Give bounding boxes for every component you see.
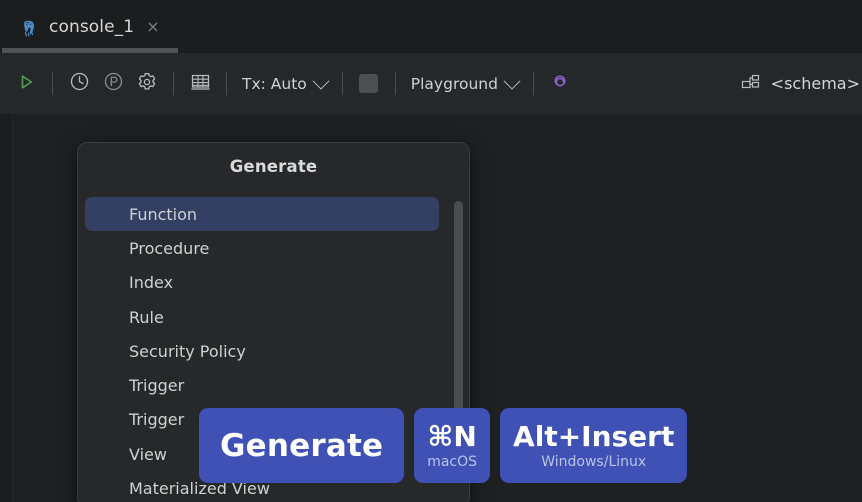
menu-item-label: Security Policy — [129, 341, 246, 361]
mac-platform-label: macOS — [427, 454, 478, 471]
menu-item-rule[interactable]: Rule — [78, 300, 469, 334]
toolbar-separator-1 — [52, 72, 53, 95]
popup-title: Generate — [229, 156, 318, 176]
play-triangle-icon — [16, 72, 36, 96]
win-shortcut-keys: Alt+Insert — [513, 419, 675, 453]
win-shortcut-badge: Alt+Insert Windows/Linux — [500, 408, 688, 483]
win-platform-label: Windows/Linux — [541, 454, 647, 471]
toolbar-separator-3 — [226, 72, 227, 95]
output-grid-button[interactable] — [183, 67, 217, 101]
gear-icon — [136, 71, 158, 97]
chevron-down-icon — [312, 72, 330, 90]
menu-item-procedure[interactable]: Procedure — [78, 231, 469, 265]
mac-shortcut-badge: ⌘N macOS — [414, 408, 491, 483]
menu-item-label: Procedure — [129, 238, 210, 258]
session-label: Playground — [410, 74, 498, 93]
schema-nodes-icon — [740, 72, 762, 96]
action-badge-label: Generate — [220, 427, 384, 464]
history-button[interactable] — [62, 67, 96, 101]
shortcut-overlay: Generate ⌘N macOS Alt+Insert Windows/Lin… — [199, 408, 688, 483]
execute-button[interactable] — [9, 67, 43, 101]
menu-item-label: Trigger — [129, 376, 185, 396]
editor-gutter — [0, 114, 12, 502]
toolbar-separator-4 — [341, 72, 343, 95]
toolbar-separator-6 — [532, 72, 534, 95]
tab-console-1[interactable]: console_1 × — [2, 0, 178, 53]
chevron-down-icon — [503, 72, 521, 90]
session-selector-dropdown[interactable]: Playground — [405, 72, 524, 93]
ai-spiral-icon — [549, 71, 571, 97]
tab-label: console_1 — [49, 16, 135, 37]
menu-item-function[interactable]: Function — [85, 197, 439, 232]
editor-toolbar: Tx: Auto Playground — [0, 53, 862, 114]
menu-item-security-policy[interactable]: Security Policy — [78, 334, 469, 368]
session-color-chip[interactable] — [352, 67, 386, 101]
menu-item-label: Function — [129, 204, 198, 224]
action-badge: Generate — [199, 408, 405, 483]
mac-shortcut-keys: ⌘N — [427, 419, 477, 453]
table-grid-icon — [189, 71, 212, 96]
schema-selector[interactable]: <schema> — [740, 53, 862, 114]
menu-item-trigger[interactable]: Trigger — [78, 368, 469, 402]
clock-icon — [69, 71, 90, 96]
menu-item-label: Rule — [129, 307, 164, 327]
transaction-mode-label: Tx: Auto — [242, 74, 307, 93]
transaction-mode-dropdown[interactable]: Tx: Auto — [236, 72, 333, 93]
circled-p-icon — [103, 71, 124, 96]
postgres-elephant-icon — [19, 18, 39, 38]
profile-button[interactable] — [96, 67, 130, 101]
settings-button[interactable] — [130, 67, 164, 101]
menu-item-label: Index — [129, 273, 174, 293]
close-icon[interactable]: × — [146, 18, 159, 35]
color-swatch-icon — [359, 74, 379, 93]
database-console-window: console_1 × Tx: Auto Playground <schema>… — [0, 0, 862, 502]
toolbar-separator-2 — [173, 72, 174, 95]
menu-item-label: Trigger — [129, 410, 185, 430]
schema-label: <schema> — [770, 74, 860, 93]
tab-bar: console_1 × — [0, 0, 862, 53]
ai-assistant-button[interactable] — [543, 67, 577, 101]
gutter-divider — [12, 114, 13, 502]
toolbar-separator-5 — [394, 72, 396, 95]
menu-item-label: View — [129, 444, 167, 464]
menu-item-index[interactable]: Index — [78, 266, 469, 300]
